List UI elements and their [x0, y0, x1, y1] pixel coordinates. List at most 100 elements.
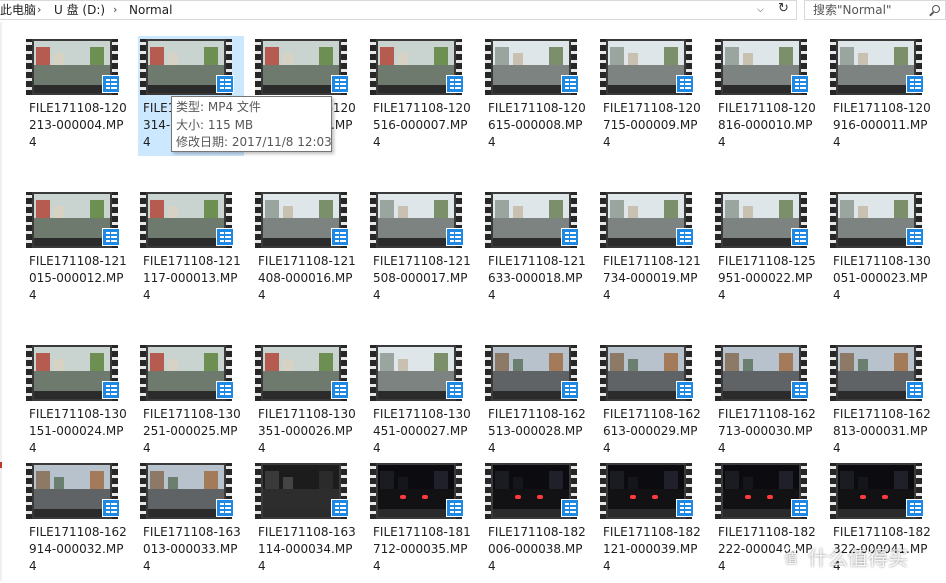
- file-item[interactable]: FILE171108-163114-000034.MP4: [255, 463, 356, 583]
- search-placeholder: 搜索"Normal": [813, 3, 892, 17]
- file-item[interactable]: FILE171108-182121-000039.MP4: [600, 463, 701, 583]
- thumbnail-scene: [723, 194, 799, 246]
- thumbnail-scene: [34, 194, 110, 246]
- file-item[interactable]: FILE171108-121508-000017.MP4: [370, 192, 471, 312]
- video-file-icon: [216, 75, 234, 93]
- film-strip-icon: [370, 345, 376, 401]
- file-item[interactable]: FILE171108-163013-000033.MP4: [140, 463, 241, 583]
- file-item[interactable]: FILE171108-120516-000007.MP4: [370, 39, 471, 159]
- watermark-logo: 值什么值得买: [778, 538, 946, 578]
- file-item[interactable]: FILE171108-120715-000009.MP4: [600, 39, 701, 159]
- chevron-down-icon[interactable]: ⌵: [757, 1, 764, 19]
- video-file-icon: [791, 499, 809, 517]
- thumbnail-scene: [493, 194, 569, 246]
- file-item[interactable]: FILE171108-121015-000012.MP4: [26, 192, 127, 312]
- file-item[interactable]: FILE171108-121408-000016.MP4: [255, 192, 356, 312]
- file-item[interactable]: FILE171108-130451-000027.MP4: [370, 345, 471, 465]
- video-file-icon: [331, 75, 349, 93]
- file-item[interactable]: FILE171108-162613-000029.MP4: [600, 345, 701, 465]
- file-name: FILE171108-125951-000022.MP4: [718, 254, 816, 302]
- file-item[interactable]: FILE171108-125951-000022.MP4: [715, 192, 816, 312]
- address-bar[interactable]: 此电脑 › U 盘 (D:) › Normal ⌵ ↻: [0, 0, 797, 20]
- video-file-icon: [561, 381, 579, 399]
- film-strip-icon: [370, 192, 376, 248]
- file-item[interactable]: FILE171108-120816-000010.MP4: [715, 39, 816, 159]
- file-name: FILE171108-130351-000026.MP4: [258, 407, 356, 455]
- navigation-pane-marker: [0, 462, 2, 468]
- file-name: FILE171108-121408-000016.MP4: [258, 254, 356, 302]
- thumbnail-scene: [263, 41, 339, 93]
- film-strip-icon: [255, 192, 261, 248]
- file-name: FILE171108-121015-000012.MP4: [29, 254, 127, 302]
- file-item[interactable]: FILE171108-130251-000025.MP4: [140, 345, 241, 465]
- file-name: FILE171108-162513-000028.MP4: [488, 407, 586, 455]
- file-item[interactable]: FILE171108-120213-000004.MP4: [26, 39, 127, 159]
- file-name: FILE171108-130451-000027.MP4: [373, 407, 471, 455]
- thumbnail-scene: [723, 41, 799, 93]
- file-name: FILE171108-181712-000035.MP4: [373, 525, 471, 573]
- file-name: FILE171108-162813-000031.MP4: [833, 407, 931, 455]
- film-strip-icon: [140, 192, 146, 248]
- video-file-icon: [906, 75, 924, 93]
- file-item[interactable]: FILE171108-130151-000024.MP4: [26, 345, 127, 465]
- thumbnail-scene: [838, 347, 914, 399]
- video-file-icon: [102, 75, 120, 93]
- thumbnail-scene: [378, 347, 454, 399]
- breadcrumb-folder[interactable]: Normal: [129, 1, 172, 19]
- navigation-bar: 此电脑 › U 盘 (D:) › Normal ⌵ ↻ 搜索"Normal": [0, 0, 946, 22]
- file-name: FILE171108-121734-000019.MP4: [603, 254, 701, 302]
- file-item[interactable]: FILE171108-162713-000030.MP4: [715, 345, 816, 465]
- file-name: FILE171108-121508-000017.MP4: [373, 254, 471, 302]
- film-strip-icon: [255, 39, 261, 95]
- file-name: FILE171108-120516-000007.MP4: [373, 101, 471, 149]
- file-name: FILE171108-120715-000009.MP4: [603, 101, 701, 149]
- film-strip-icon: [830, 39, 836, 95]
- video-file-icon: [446, 381, 464, 399]
- film-strip-icon: [715, 345, 721, 401]
- file-item[interactable]: FILE171108-130351-000026.MP4: [255, 345, 356, 465]
- film-strip-icon: [600, 39, 606, 95]
- video-file-icon: [216, 499, 234, 517]
- video-file-icon: [906, 381, 924, 399]
- video-file-icon: [331, 499, 349, 517]
- file-name: FILE171108-121633-000018.MP4: [488, 254, 586, 302]
- breadcrumb-separator-icon[interactable]: ›: [113, 1, 117, 19]
- file-name: FILE171108-121117-000013.MP4: [143, 254, 241, 302]
- thumbnail-scene: [378, 41, 454, 93]
- thumbnail-scene: [263, 194, 339, 246]
- file-name: FILE171108-163114-000034.MP4: [258, 525, 356, 573]
- thumbnail-scene: [723, 347, 799, 399]
- refresh-icon[interactable]: ↻: [778, 0, 789, 18]
- film-strip-icon: [600, 345, 606, 401]
- search-icon[interactable]: [932, 5, 940, 13]
- file-name: FILE171108-130151-000024.MP4: [29, 407, 127, 455]
- file-item[interactable]: FILE171108-162813-000031.MP4: [830, 345, 931, 465]
- file-item[interactable]: FILE171108-120615-000008.MP4: [485, 39, 586, 159]
- film-strip-icon: [600, 192, 606, 248]
- file-item[interactable]: FILE171108-162513-000028.MP4: [485, 345, 586, 465]
- breadcrumb-this-pc[interactable]: 此电脑: [0, 1, 36, 19]
- file-name: FILE171108-120816-000010.MP4: [718, 101, 816, 149]
- video-file-icon: [561, 228, 579, 246]
- breadcrumb-drive[interactable]: U 盘 (D:): [54, 1, 105, 19]
- file-item[interactable]: FILE171108-121117-000013.MP4: [140, 192, 241, 312]
- file-item[interactable]: FILE171108-121633-000018.MP4: [485, 192, 586, 312]
- film-strip-icon: [485, 345, 491, 401]
- file-item[interactable]: FILE171108-181712-000035.MP4: [370, 463, 471, 583]
- film-strip-icon: [715, 192, 721, 248]
- file-item[interactable]: FILE171108-120916-000011.MP4: [830, 39, 931, 159]
- file-item[interactable]: FILE171108-162914-000032.MP4: [26, 463, 127, 583]
- file-item[interactable]: FILE171108-121734-000019.MP4: [600, 192, 701, 312]
- video-file-icon: [676, 228, 694, 246]
- film-strip-icon: [715, 39, 721, 95]
- file-name: FILE171108-163013-000033.MP4: [143, 525, 241, 573]
- search-input[interactable]: 搜索"Normal": [804, 0, 946, 20]
- file-name: FILE171108-120615-000008.MP4: [488, 101, 586, 149]
- thumbnail-scene: [838, 465, 914, 517]
- breadcrumb-separator-icon[interactable]: ›: [37, 1, 41, 19]
- video-file-icon: [446, 228, 464, 246]
- file-item[interactable]: FILE171108-182006-000038.MP4: [485, 463, 586, 583]
- thumbnail-scene: [493, 41, 569, 93]
- file-item[interactable]: FILE171108-130051-000023.MP4: [830, 192, 931, 312]
- thumbnail-scene: [148, 194, 224, 246]
